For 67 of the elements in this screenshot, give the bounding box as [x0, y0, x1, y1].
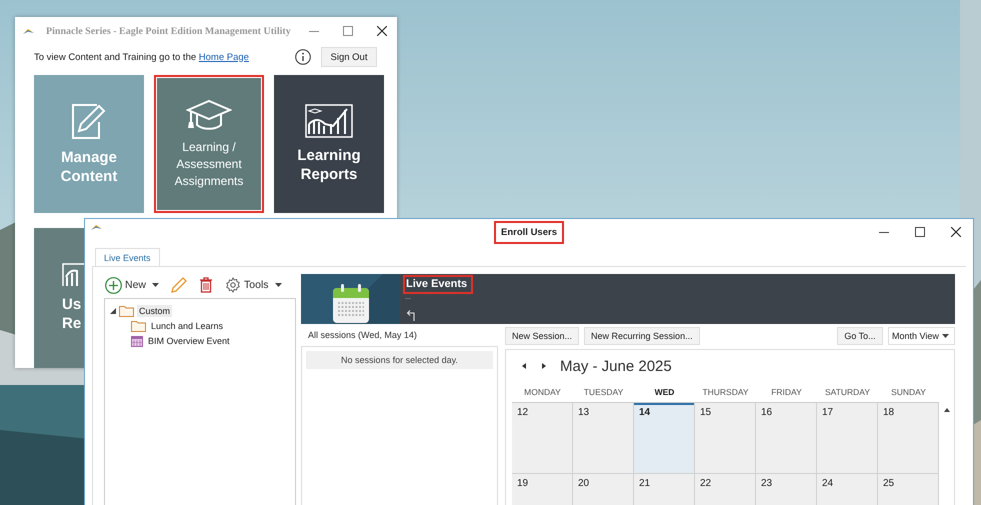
trash-icon[interactable]: [199, 277, 214, 293]
day-cell[interactable]: 15: [695, 403, 756, 474]
calendar-button[interactable]: New Recurring Session...: [584, 327, 700, 345]
new-button[interactable]: New: [105, 276, 160, 294]
tile-button[interactable]: Learning Reports: [274, 75, 384, 213]
caret-icon: [942, 334, 949, 338]
day-cell[interactable]: 17: [817, 403, 878, 474]
day-cell[interactable]: 13: [573, 403, 634, 474]
previous-icon[interactable]: [522, 363, 526, 369]
weekday-header: MONDAY: [523, 387, 562, 397]
tree-item[interactable]: BIM Overview Event: [146, 334, 232, 346]
sessions-label: All sessions (Wed, May 14): [307, 329, 418, 342]
caret-icon: [274, 283, 282, 287]
logo-icon: [23, 28, 34, 34]
plus-icon: [105, 276, 122, 294]
calendar-button[interactable]: New Session...: [505, 327, 580, 345]
calendar-icon: [131, 334, 143, 346]
day-cell[interactable]: 12: [512, 403, 573, 474]
caret-icon: [152, 283, 160, 287]
day-cell[interactable]: 16: [756, 403, 817, 474]
day-cell[interactable]: 23: [756, 474, 817, 505]
day-cell[interactable]: 20: [573, 474, 634, 505]
window-title: Enroll Users: [496, 223, 562, 242]
logo-icon: [91, 225, 102, 230]
home-page-link[interactable]: Home Page: [198, 52, 249, 62]
tree-item[interactable]: Custom: [137, 304, 172, 316]
view-dropdown[interactable]: Month View: [888, 327, 955, 345]
graduation-cap-icon: [186, 98, 232, 130]
weekday-header: SUNDAY: [890, 387, 927, 397]
tools-button[interactable]: Tools: [225, 277, 282, 293]
chart-icon: [305, 104, 353, 138]
weekday-header: TUESDAY: [582, 387, 624, 397]
intro-text: To view Content and Training go to the Home Page: [34, 52, 250, 62]
day-cell[interactable]: 14: [634, 403, 695, 474]
sign-out-button[interactable]: Sign Out: [321, 47, 377, 67]
close-icon[interactable]: [951, 227, 961, 237]
weekday-header: SATURDAY: [824, 387, 872, 397]
weekday-header: THURSDAY: [701, 387, 750, 397]
day-cell[interactable]: 22: [695, 474, 756, 505]
next-icon[interactable]: [542, 363, 546, 369]
window-title: Pinnacle Series - Eagle Point Edition Management Utility: [46, 26, 292, 36]
tile-button[interactable]: Learning / Assessment Assignments: [154, 75, 264, 213]
empty-message: No sessions for selected day.: [306, 351, 493, 369]
tab[interactable]: Live Events: [95, 248, 160, 266]
tree-item[interactable]: Lunch and Learns: [149, 320, 226, 332]
info-icon[interactable]: [295, 49, 311, 65]
maximize-icon[interactable]: [915, 227, 925, 237]
gear-icon: [225, 277, 242, 293]
day-cell[interactable]: 21: [634, 474, 695, 505]
pencil-icon: [71, 102, 107, 140]
weekday-header: FRIDAY: [770, 387, 803, 397]
scroll-up-icon[interactable]: [944, 408, 950, 412]
weekday-header: WED: [654, 387, 676, 397]
day-cell[interactable]: 24: [817, 474, 878, 505]
banner-title: Live Events: [405, 277, 472, 292]
close-icon[interactable]: [377, 26, 387, 36]
tile-button[interactable]: Us Re: [34, 228, 84, 368]
go-to-button[interactable]: Go To...: [837, 327, 883, 345]
folder-icon: [131, 320, 146, 332]
calendar-icon: [332, 284, 370, 324]
day-cell[interactable]: 19: [512, 474, 573, 505]
day-cell[interactable]: 18: [878, 403, 939, 474]
calendar-title: May - June 2025: [560, 358, 672, 374]
day-cell[interactable]: 25: [878, 474, 939, 505]
back-arrow-icon[interactable]: [406, 309, 416, 321]
expand-icon[interactable]: [110, 308, 116, 314]
folder-icon: [119, 304, 134, 316]
